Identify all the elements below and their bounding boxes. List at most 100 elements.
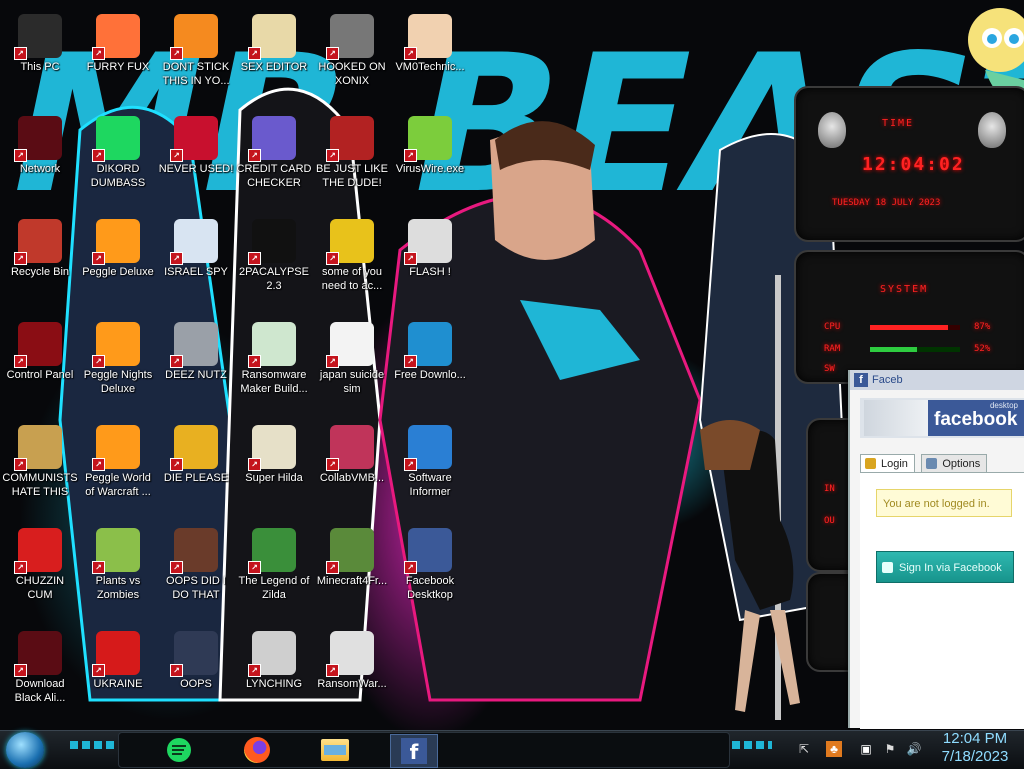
start-button[interactable]: [6, 732, 44, 768]
shortcut-arrow-icon: ↗: [404, 252, 417, 265]
desktop-icon[interactable]: ↗ ISRAEL SPY: [156, 213, 236, 313]
desktop-icon[interactable]: ↗ some of you need to ac...: [312, 213, 392, 313]
desktop-icon-label: 2PACALYPSE 2.3: [239, 266, 309, 292]
shortcut-arrow-icon: ↗: [248, 252, 261, 265]
volume-icon[interactable]: 🔊: [906, 741, 922, 757]
recycle-bin-icon: ↗: [14, 219, 62, 265]
software-informer-icon: ↗: [404, 425, 452, 471]
desktop-icon[interactable]: ↗ Free Downlo...: [390, 316, 470, 416]
desktop-icon[interactable]: ↗ FLASH !: [390, 213, 470, 313]
taskbar-deco-left: [70, 741, 114, 749]
shortcut-arrow-icon: ↗: [14, 561, 27, 574]
pvz-icon: ↗: [92, 528, 140, 574]
time-gadget[interactable]: TIME 12:04:02 TUESDAY 18 JULY 2023: [794, 86, 1024, 242]
facebook-icon: f: [401, 738, 427, 764]
desktop-icon-label: UKRAINE: [93, 678, 143, 690]
money-bag-icon: ↗: [14, 425, 62, 471]
desktop-icon[interactable]: ↗ UKRAINE: [78, 625, 158, 725]
zelda-icon: ↗: [248, 528, 296, 574]
desktop-icon[interactable]: ↗ SEX EDITOR: [234, 8, 314, 108]
desktop-icon[interactable]: ↗ CREDIT CARD CHECKER: [234, 110, 314, 210]
desktop-icon[interactable]: ↗ CHUZZIN CUM: [0, 522, 80, 622]
sw-label: SW: [824, 364, 835, 374]
desktop-icon[interactable]: ↗ DIE PLEASE: [156, 419, 236, 519]
book-icon: ↗: [170, 631, 218, 677]
shortcut-arrow-icon: ↗: [14, 458, 27, 471]
shortcut-arrow-icon: ↗: [404, 355, 417, 368]
system-gadget[interactable]: SYSTEM CPU 87% RAM 52% SW: [794, 250, 1024, 384]
desktop-icon[interactable]: ↗ OOPS DID I DO THAT: [156, 522, 236, 622]
desktop-icon[interactable]: ↗ Minecraft4Fr...: [312, 522, 392, 622]
desktop-icon[interactable]: ↗ 2PACALYPSE 2.3: [234, 213, 314, 313]
taskbar-spotify-like-button[interactable]: [162, 734, 196, 766]
desktop-icon-label: VirusWire.exe: [395, 163, 465, 175]
taskbar-facebook-button[interactable]: f: [390, 734, 438, 768]
show-hidden-icons-icon[interactable]: ⇱: [796, 741, 812, 757]
desktop-icon-label: Ransomware Maker Build...: [240, 369, 308, 395]
system-title: SYSTEM: [880, 284, 929, 295]
desktop-icon[interactable]: ↗ NEVER USED!: [156, 110, 236, 210]
collabvm-icon: ↗: [326, 425, 374, 471]
network-offline-icon[interactable]: ▣: [858, 741, 874, 757]
shortcut-arrow-icon: ↗: [326, 355, 339, 368]
desktop-icon[interactable]: ↗ Software Informer: [390, 419, 470, 519]
fb-login-pane: You are not logged in. Sign In via Faceb…: [860, 472, 1024, 729]
facebook-desktop-window[interactable]: f Faceb desktop facebook Login Options Y…: [848, 370, 1024, 729]
chuzzle-icon: ↗: [14, 528, 62, 574]
clock-time-text: 12:04 PM: [942, 730, 1008, 747]
desktop-icon[interactable]: ↗ OOPS: [156, 625, 236, 725]
desktop-icon[interactable]: ↗ VirusWire.exe: [390, 110, 470, 210]
fb-titlebar[interactable]: f Faceb: [850, 370, 1024, 390]
clock-date: TUESDAY 18 JULY 2023: [832, 198, 941, 208]
desktop-icon-label: some of you need to ac...: [321, 266, 383, 292]
desktop-icon[interactable]: ↗ Plants vs Zombies: [78, 522, 158, 622]
desktop-icon[interactable]: ↗ Network: [0, 110, 80, 210]
desktop-icon[interactable]: ↗ CollabVMB...: [312, 419, 392, 519]
desktop-icon[interactable]: ↗ LYNCHING: [234, 625, 314, 725]
shortcut-arrow-icon: ↗: [14, 664, 27, 677]
firefox-icon: ↗: [92, 14, 140, 60]
tab-login[interactable]: Login: [860, 454, 915, 474]
desktop-icon[interactable]: ↗ Peggle Deluxe: [78, 213, 158, 313]
peggle-icon: ↗: [92, 219, 140, 265]
shortcut-arrow-icon: ↗: [170, 355, 183, 368]
desktop-icon-label: HOOKED ON XONIX: [318, 61, 386, 87]
desktop-icon[interactable]: ↗ VM0Technic...: [390, 8, 470, 108]
desktop-icon[interactable]: ↗ HOOKED ON XONIX: [312, 8, 392, 108]
taskbar-deco-right: [732, 741, 772, 749]
desktop-icon[interactable]: ↗ RansomWar...: [312, 625, 392, 725]
desktop-icon[interactable]: ↗ Download Black Ali...: [0, 625, 80, 725]
desktop-icon[interactable]: ↗ DEEZ NUTZ: [156, 316, 236, 416]
desktop-icon-label: BE JUST LIKE THE DUDE!: [316, 163, 388, 189]
taskbar-file-explorer-button[interactable]: [318, 734, 352, 766]
desktop-icon[interactable]: ↗ Super Hilda: [234, 419, 314, 519]
desktop-icon[interactable]: ↗ BE JUST LIKE THE DUDE!: [312, 110, 392, 210]
desktop-icon[interactable]: ↗ Ransomware Maker Build...: [234, 316, 314, 416]
tab-options[interactable]: Options: [921, 454, 988, 474]
tray-app-icon[interactable]: ♣: [826, 741, 842, 757]
desktop-icon[interactable]: ↗ FURRY FUX: [78, 8, 158, 108]
desktop-icon[interactable]: ↗ Peggle World of Warcraft ...: [78, 419, 158, 519]
desktop-icon-label: Download Black Ali...: [14, 678, 66, 704]
shortcut-arrow-icon: ↗: [92, 47, 105, 60]
desktop-icon[interactable]: ↗ japan suicide sim: [312, 316, 392, 416]
shortcut-arrow-icon: ↗: [14, 252, 27, 265]
desktop-icon[interactable]: ↗ Peggle Nights Deluxe: [78, 316, 158, 416]
desktop-icon[interactable]: ↗ This PC: [0, 8, 80, 108]
desktop-icon[interactable]: ↗ The Legend of Zilda: [234, 522, 314, 622]
pixel-game-icon: ↗: [248, 425, 296, 471]
desktop-icon[interactable]: ↗ Control Panel: [0, 316, 80, 416]
action-center-icon[interactable]: ⚑: [882, 741, 898, 757]
fb-window-title: Faceb: [872, 374, 903, 386]
desktop-icon-label: LYNCHING: [245, 678, 303, 690]
taskbar-clock[interactable]: 12:04 PM 7/18/2023: [930, 730, 1020, 766]
desktop-icon[interactable]: ↗ Recycle Bin: [0, 213, 80, 313]
fb-sign-in-button[interactable]: Sign In via Facebook: [876, 551, 1014, 583]
taskbar-firefox-button[interactable]: [240, 734, 274, 766]
desktop-icon[interactable]: ↗ Facebook Desktkop: [390, 522, 470, 622]
taskbar: f ⇱ ♣ ▣ ⚑ 🔊 12:04 PM 7/18/2023: [0, 730, 1024, 769]
windows-stack-icon: ↗: [170, 322, 218, 368]
desktop-icon[interactable]: ↗COMMUNISTS HATE THIS G...: [0, 419, 80, 519]
desktop-icon[interactable]: ↗ DIKORD DUMBASS: [78, 110, 158, 210]
desktop-icon[interactable]: ↗ DONT STICK THIS IN YO...: [156, 8, 236, 108]
